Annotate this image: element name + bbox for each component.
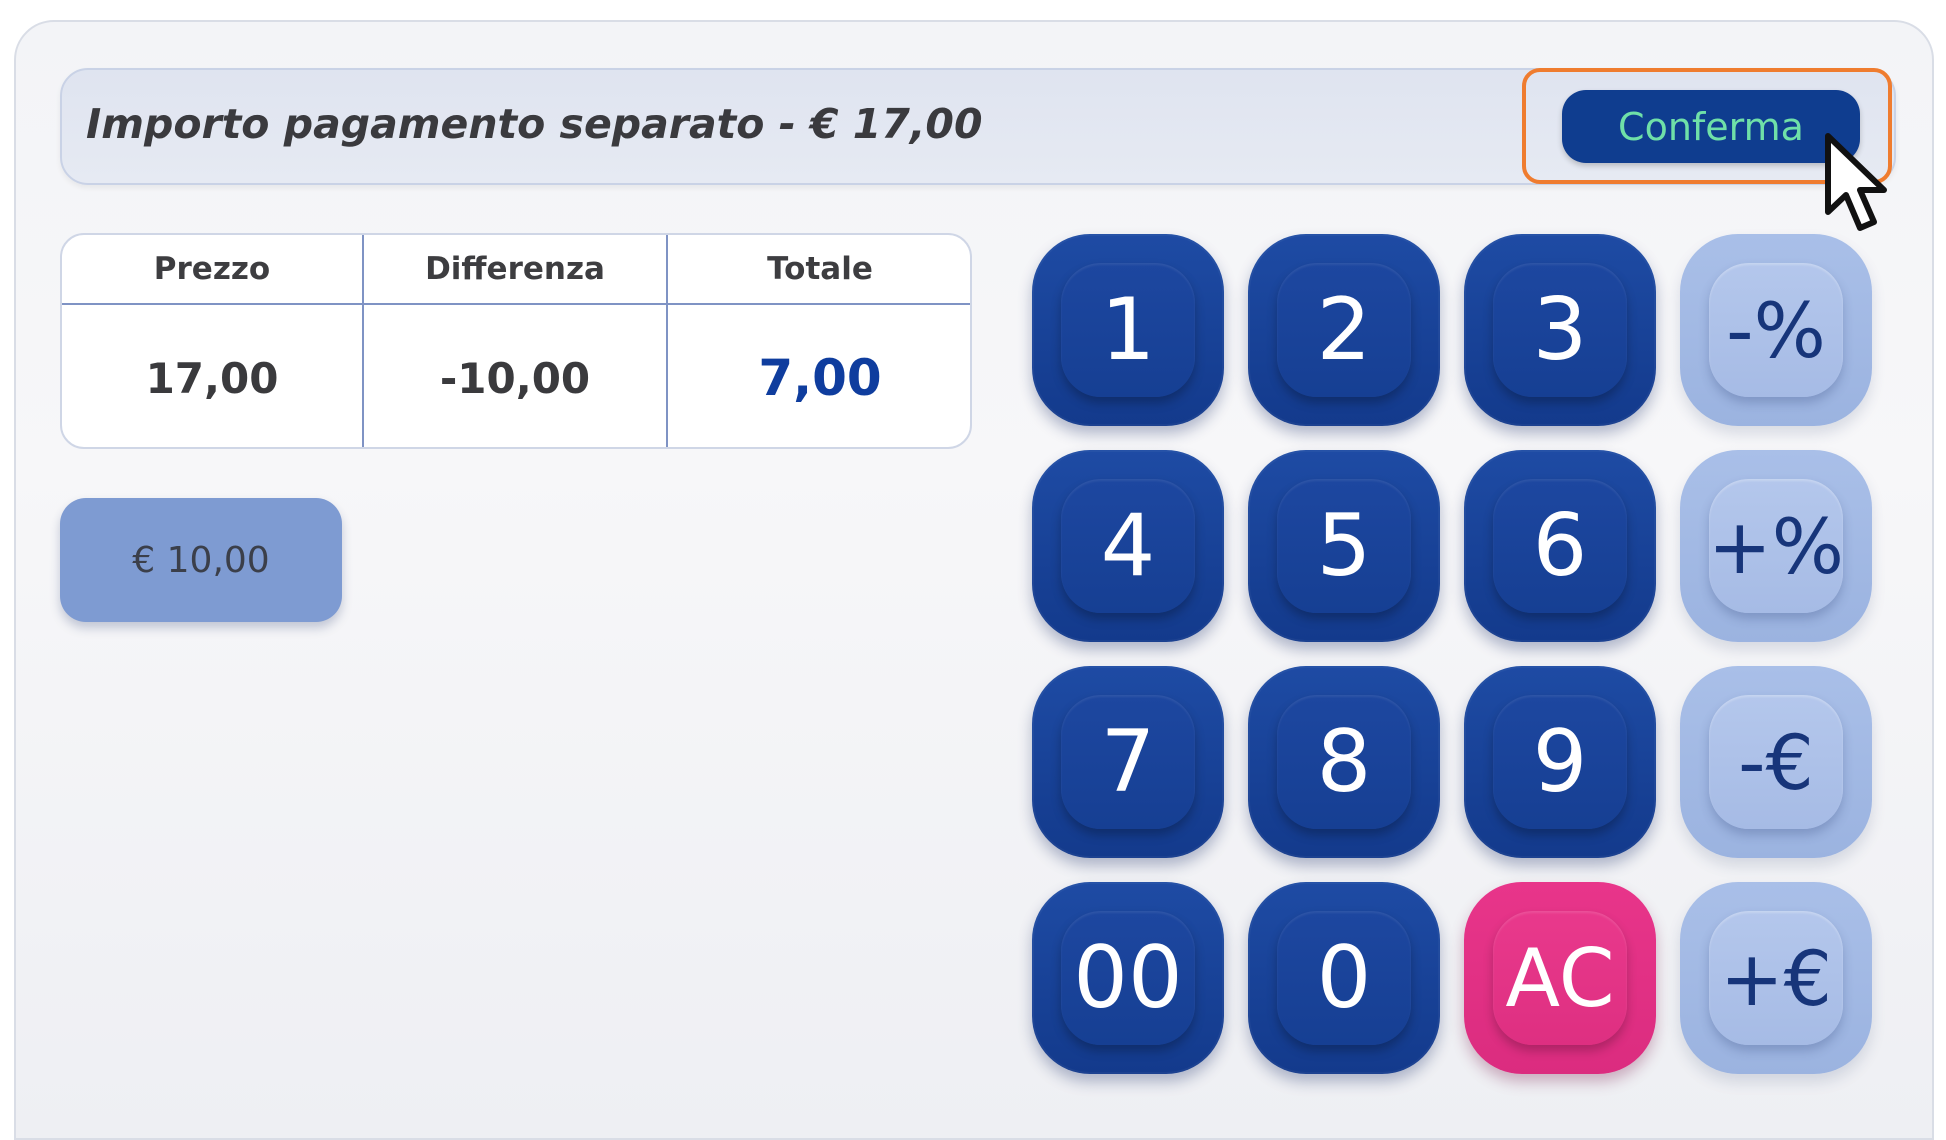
key-0[interactable]: 0: [1248, 882, 1440, 1074]
key-label: -%: [1709, 263, 1843, 397]
key-6[interactable]: 6: [1464, 450, 1656, 642]
difference-value: -10,00: [364, 305, 668, 447]
key-8[interactable]: 8: [1248, 666, 1440, 858]
column-header-prezzo: Prezzo: [62, 235, 364, 305]
page-title: Importo pagamento separato - € 17,00: [86, 100, 983, 148]
key-plus-percent[interactable]: +%: [1680, 450, 1872, 642]
column-header-totale: Totale: [668, 235, 970, 305]
key-label: 5: [1277, 479, 1411, 613]
key-1[interactable]: 1: [1032, 234, 1224, 426]
key-label: +€: [1709, 911, 1843, 1045]
mouse-pointer-icon: [1825, 133, 1887, 231]
amount-chip[interactable]: € 10,00: [60, 498, 342, 622]
key-5[interactable]: 5: [1248, 450, 1440, 642]
confirm-button[interactable]: Conferma: [1562, 90, 1860, 163]
key-label: 00: [1061, 911, 1195, 1045]
key-minus-percent[interactable]: -%: [1680, 234, 1872, 426]
key-label: 7: [1061, 695, 1195, 829]
key-label: +%: [1708, 479, 1844, 613]
key-label: 9: [1493, 695, 1627, 829]
price-value: 17,00: [62, 305, 364, 447]
key-label: 1: [1061, 263, 1195, 397]
key-label: -€: [1709, 695, 1843, 829]
key-label: 2: [1277, 263, 1411, 397]
total-value: 7,00: [758, 349, 882, 407]
key-00[interactable]: 00: [1032, 882, 1224, 1074]
keypad: 1 2 3 -% 4 5 6 +% 7 8 9 -€ 00 0 AC +€: [1032, 234, 1872, 1074]
key-minus-euro[interactable]: -€: [1680, 666, 1872, 858]
column-header-differenza: Differenza: [364, 235, 668, 305]
key-label: AC: [1493, 911, 1627, 1045]
key-7[interactable]: 7: [1032, 666, 1224, 858]
key-plus-euro[interactable]: +€: [1680, 882, 1872, 1074]
key-2[interactable]: 2: [1248, 234, 1440, 426]
key-9[interactable]: 9: [1464, 666, 1656, 858]
key-3[interactable]: 3: [1464, 234, 1656, 426]
key-4[interactable]: 4: [1032, 450, 1224, 642]
key-clear[interactable]: AC: [1464, 882, 1656, 1074]
summary-table: Prezzo Differenza Totale 17,00 -10,00 7,…: [60, 233, 972, 449]
key-label: 8: [1277, 695, 1411, 829]
key-label: 0: [1277, 911, 1411, 1045]
key-label: 4: [1061, 479, 1195, 613]
key-label: 3: [1493, 263, 1627, 397]
key-label: 6: [1493, 479, 1627, 613]
